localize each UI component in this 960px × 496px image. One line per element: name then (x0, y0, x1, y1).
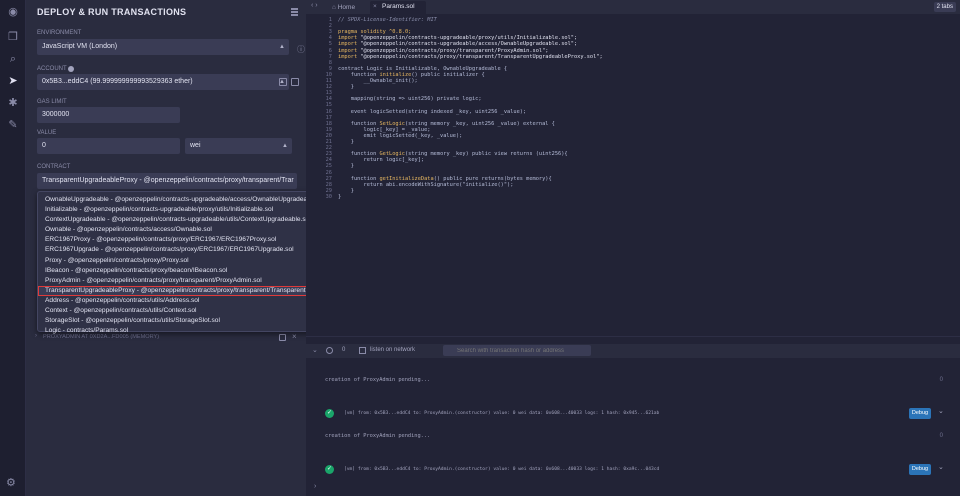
code-editor[interactable]: 1// SPDX-License-Identifier: MIT 2 3 pragma… (306, 15, 960, 228)
terminal-toolbar: ⌄ 0 listen on network (306, 344, 960, 358)
environment-select[interactable]: JavaScript VM (London) ▲ (37, 39, 289, 55)
code-text: } (338, 193, 341, 201)
log-message: creation of ProxyAdmin pending... (325, 377, 431, 383)
panel-title: DEPLOY & RUN TRANSACTIONS (37, 7, 187, 17)
info-icon[interactable]: ⓘ (297, 44, 305, 55)
account-value: 0x5B3...eddC4 (99.999999999993529363 eth… (42, 78, 193, 85)
chevron-right-icon: › (35, 333, 37, 339)
environment-label: ENVIRONMENT (37, 30, 82, 36)
account-label: ACCOUNT (37, 66, 67, 72)
tab-home[interactable]: ⌂ Home (332, 2, 355, 13)
listen-network-checkbox[interactable] (359, 347, 366, 354)
debug-button[interactable]: Debug (909, 464, 931, 475)
add-account-icon[interactable] (68, 66, 74, 72)
chevron-down-icon[interactable]: ⌄ (312, 346, 318, 354)
plugin-manager-icon[interactable]: ✎ (6, 119, 20, 131)
line-number: 30 (325, 193, 332, 200)
tab-params-label: Params.sol (382, 3, 415, 10)
environment-value: JavaScript VM (London) (42, 43, 118, 50)
file-explorer-icon[interactable]: ❐ (6, 31, 20, 43)
expand-tx-icon[interactable]: ⌄ (938, 463, 944, 471)
tx-summary[interactable]: [vm] from: 0x5B3...eddC4 to: ProxyAdmin.… (344, 411, 659, 416)
log-count: 0 (939, 377, 943, 383)
debugger-icon[interactable]: ✱ (6, 97, 20, 109)
account-select[interactable]: 0x5B3...eddC4 (99.999999999993529363 eth… (37, 74, 289, 90)
select-caret-icon: ▲ (279, 44, 285, 50)
tab-home-label: Home (337, 4, 356, 11)
copy-icon[interactable] (279, 78, 287, 86)
expand-tx-icon[interactable]: ⌄ (938, 407, 944, 415)
tx-success-icon: ✓ (325, 409, 334, 418)
tabs-count-badge[interactable]: 2 tabs (933, 2, 956, 12)
select-caret-icon: ▲ (282, 143, 288, 149)
editor-area: ‹ › ⌂ Home Params.sol × 2 tabs 1// SPDX-… (306, 0, 960, 496)
gas-limit-input[interactable]: 3000000 (37, 107, 180, 123)
gas-limit-label: GAS LIMIT (37, 99, 67, 105)
tx-summary[interactable]: [vm] from: 0x5B3...eddC4 to: ProxyAdmin.… (344, 467, 659, 472)
code-line: 30} (306, 193, 960, 201)
icon-bar: ◉ ❐ ⌕ ➤ ✱ ✎ ⚙ (0, 0, 26, 496)
edit-icon[interactable] (291, 78, 299, 86)
contract-select[interactable]: TransparentUpgradeableProxy - @openzeppe… (37, 173, 297, 189)
value-input[interactable]: 0 (37, 138, 180, 154)
transaction-search-input[interactable] (443, 345, 591, 356)
search-icon[interactable]: ⌕ (6, 53, 20, 65)
value-unit: wei (190, 142, 201, 149)
panel-menu-icon[interactable] (291, 8, 298, 16)
tab-close-icon[interactable]: × (373, 1, 377, 13)
deploy-run-icon[interactable]: ➤ (6, 75, 20, 87)
contract-label: CONTRACT (37, 164, 71, 170)
settings-gear-icon[interactable]: ⚙ (6, 476, 16, 489)
remix-logo-icon[interactable]: ◉ (6, 6, 20, 18)
listen-network-label: listen on network (370, 347, 416, 353)
tx-success-icon: ✓ (325, 465, 334, 474)
log-message: creation of ProxyAdmin pending... (325, 433, 431, 439)
tab-bar: ‹ › ⌂ Home Params.sol × 2 tabs (306, 0, 960, 14)
pending-tx-count: 0 (342, 347, 346, 353)
terminal-panel: ⌄ 0 listen on network creation of ProxyA… (306, 336, 960, 496)
value-unit-select[interactable]: wei ▲ (185, 138, 292, 154)
value-label: VALUE (37, 130, 57, 136)
terminal-prompt-icon[interactable]: › (314, 483, 316, 490)
clear-console-icon[interactable] (326, 347, 333, 354)
code-token: } (338, 193, 342, 200)
log-count: 0 (939, 433, 943, 439)
tab-nav-arrows-icon[interactable]: ‹ › (311, 2, 318, 9)
debug-button[interactable]: Debug (909, 408, 931, 419)
tab-params[interactable]: Params.sol × (370, 1, 426, 14)
